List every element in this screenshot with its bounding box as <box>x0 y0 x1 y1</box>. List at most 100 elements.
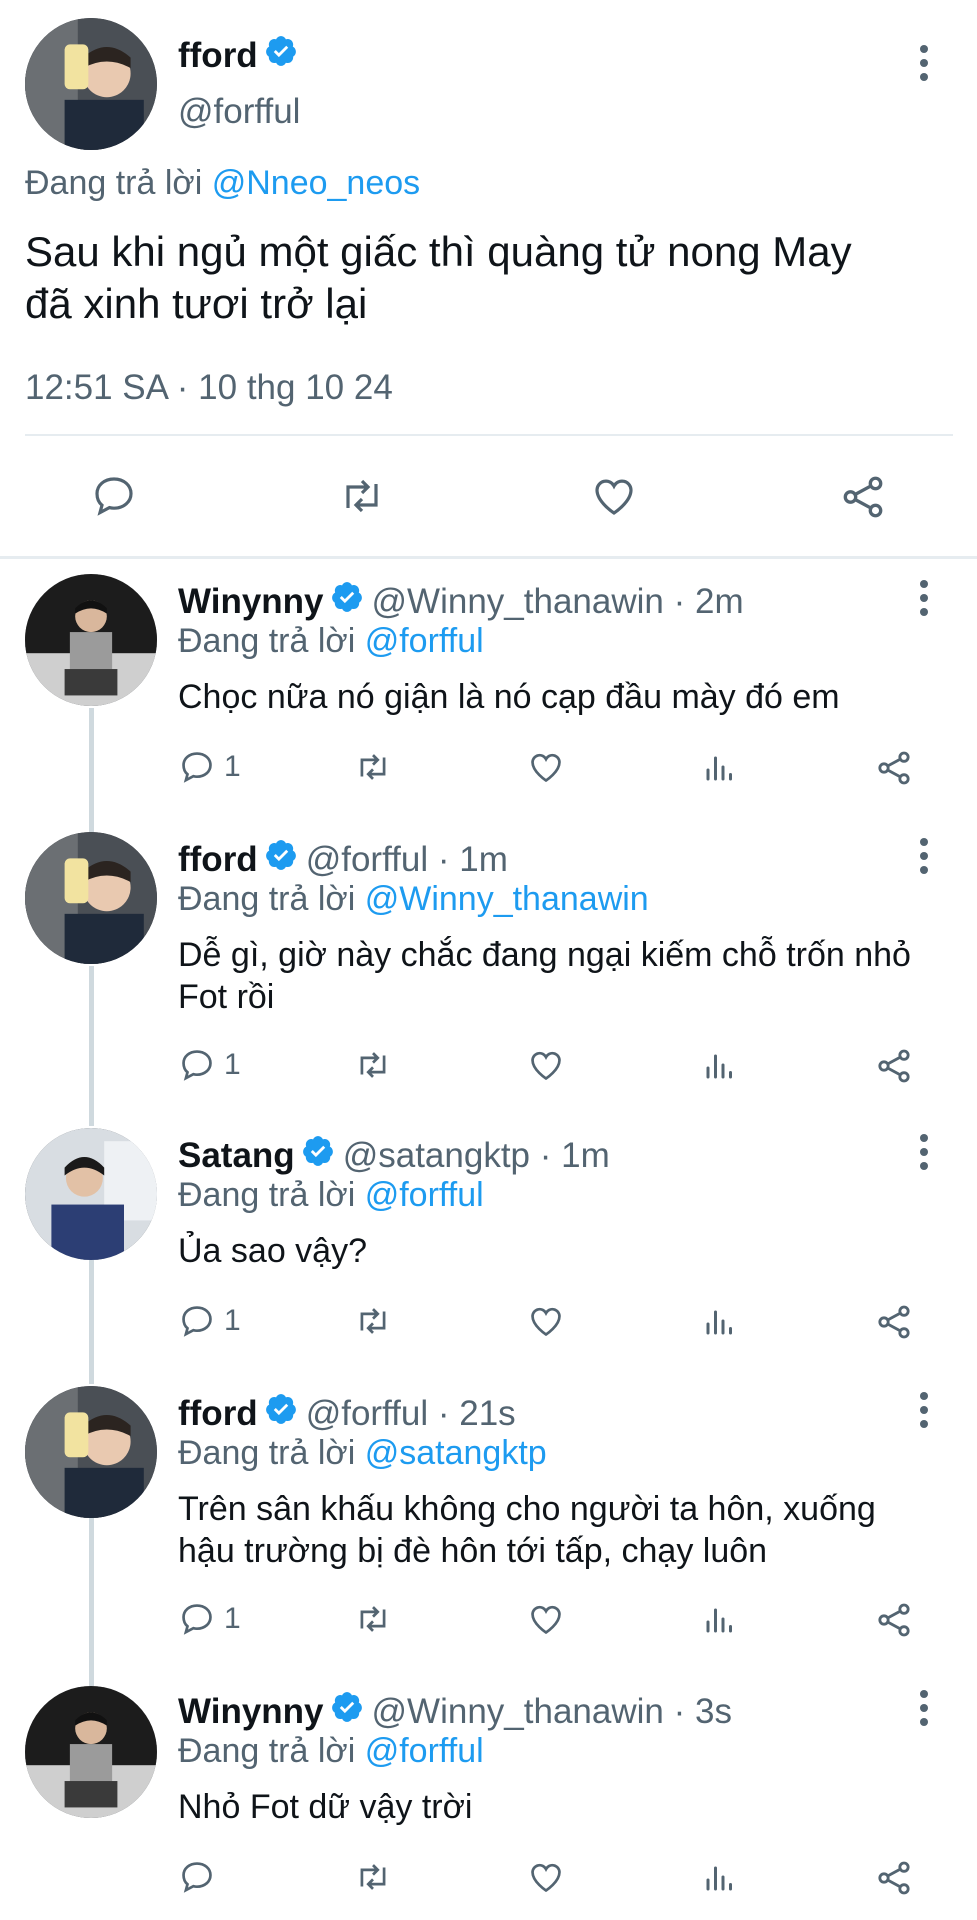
replying-label: Đang trả lời <box>178 1732 356 1770</box>
reply-author-name[interactable]: Winynny <box>178 582 324 622</box>
retweet-button[interactable] <box>352 1600 394 1638</box>
retweet-button[interactable] <box>352 1302 394 1340</box>
retweet-button[interactable] <box>352 1046 394 1084</box>
reply-text-line: Dễ gì, giờ này chắc đang ngại kiếm chỗ t… <box>178 936 911 974</box>
views-button[interactable] <box>702 1046 738 1084</box>
verified-badge-icon <box>301 1134 335 1177</box>
replying-to-handle[interactable]: @Winny_thanawin <box>365 880 649 918</box>
reply-text-line: hậu trường bị đè hôn tới tấp, chạy luôn <box>178 1532 768 1570</box>
views-button[interactable] <box>702 1858 738 1896</box>
more-icon[interactable] <box>904 33 944 93</box>
replying-label: Đang trả lời <box>25 164 203 202</box>
like-button[interactable] <box>526 1600 566 1638</box>
more-icon[interactable] <box>904 1380 944 1440</box>
reply-text: Nhỏ Fot dữ vậy trời <box>178 1786 472 1828</box>
reply-author-name[interactable]: fford <box>178 1394 258 1434</box>
avatar[interactable] <box>25 1686 157 1818</box>
reply-author-name[interactable]: fford <box>178 840 258 880</box>
retweet-icon <box>360 754 386 780</box>
more-icon[interactable] <box>904 1122 944 1182</box>
reply-text-line: Fot rồi <box>178 978 275 1016</box>
views-button[interactable] <box>702 1302 738 1340</box>
tweet-timestamp[interactable]: 12:51 SA · 10 thg 10 24 <box>25 368 393 408</box>
share-button[interactable] <box>838 472 888 522</box>
replying-label: Đang trả lời <box>178 880 356 918</box>
retweet-icon <box>360 1052 386 1078</box>
views-button[interactable] <box>702 1600 738 1638</box>
replying-label: Đang trả lời <box>178 1434 356 1472</box>
retweet-button[interactable] <box>352 748 394 786</box>
replying-to-handle[interactable]: @forfful <box>365 1176 484 1214</box>
views-icon <box>706 1054 732 1079</box>
replying-to-handle[interactable]: @Nneo_neos <box>212 164 420 202</box>
retweet-icon <box>360 1308 386 1334</box>
author-name-row: fford <box>178 34 298 77</box>
reply-author-name[interactable]: Winynny <box>178 1692 324 1732</box>
reply-button[interactable]: 1 <box>178 748 241 786</box>
replying-to-handle[interactable]: @forfful <box>365 1732 484 1770</box>
reply-icon <box>182 1604 212 1635</box>
author-handle[interactable]: @forfful <box>178 92 300 132</box>
views-icon <box>706 1310 732 1335</box>
replying-to-handle[interactable]: @satangktp <box>365 1434 547 1472</box>
share-button[interactable] <box>874 1046 914 1086</box>
like-button[interactable] <box>526 1858 566 1896</box>
views-button[interactable] <box>702 748 738 786</box>
like-button[interactable] <box>589 472 639 520</box>
avatar[interactable] <box>25 1128 157 1260</box>
avatar[interactable] <box>25 18 157 150</box>
reply-button[interactable]: 1 <box>178 1600 241 1638</box>
author-name[interactable]: fford <box>178 36 258 76</box>
reply-name-row: fford @forfful · 1m <box>178 838 508 881</box>
views-icon <box>706 1608 732 1633</box>
reply-name-row: fford @forfful · 21s <box>178 1392 516 1435</box>
heart-icon <box>531 1051 561 1081</box>
reply-text: Chọc nữa nó giận là nó cạp đầu mày đó em <box>178 676 840 718</box>
reply-text: Ủa sao vậy? <box>178 1230 367 1272</box>
reply-button[interactable]: 1 <box>178 1046 241 1084</box>
reply-handle-time[interactable]: @Winny_thanawin · 2m <box>372 582 744 622</box>
reply-count: 1 <box>224 1602 241 1635</box>
share-button[interactable] <box>874 1600 914 1640</box>
thread-line <box>89 1516 94 1686</box>
more-icon[interactable] <box>904 1678 944 1738</box>
like-button[interactable] <box>526 748 566 786</box>
reply-handle-time[interactable]: @forfful · 1m <box>306 840 508 880</box>
share-icon <box>878 1603 910 1637</box>
share-icon <box>878 1861 910 1895</box>
replying-to: Đang trả lời @satangktp <box>178 1434 547 1473</box>
retweet-icon <box>360 1606 386 1632</box>
divider <box>25 434 953 436</box>
reply-handle-time[interactable]: @Winny_thanawin · 3s <box>372 1692 732 1732</box>
avatar[interactable] <box>25 574 157 706</box>
retweet-button[interactable] <box>352 1858 394 1896</box>
avatar[interactable] <box>25 1386 157 1518</box>
reply-text: Dễ gì, giờ này chắc đang ngại kiếm chỗ t… <box>178 934 911 1018</box>
share-button[interactable] <box>874 1302 914 1342</box>
reply-text-line: Chọc nữa nó giận là nó cạp đầu mày đó em <box>178 678 840 716</box>
section-divider <box>0 556 977 559</box>
replying-to-handle[interactable]: @forfful <box>365 622 484 660</box>
reply-author-name[interactable]: Satang <box>178 1136 295 1176</box>
reply-handle-time[interactable]: @forfful · 21s <box>306 1394 516 1434</box>
like-button[interactable] <box>526 1046 566 1084</box>
reply-button[interactable]: 1 <box>178 1302 241 1340</box>
avatar[interactable] <box>25 832 157 964</box>
reply-button[interactable] <box>178 1858 224 1896</box>
reply-text-line: Ủa sao vậy? <box>178 1232 367 1270</box>
reply-handle-time[interactable]: @satangktp · 1m <box>343 1136 610 1176</box>
replying-to: Đang trả lời @forfful <box>178 1732 484 1771</box>
reply-count: 1 <box>224 1048 241 1081</box>
retweet-icon <box>360 1864 386 1890</box>
share-icon <box>878 1305 910 1339</box>
verified-badge-icon <box>264 838 298 881</box>
more-icon[interactable] <box>904 568 944 628</box>
heart-icon <box>531 753 561 783</box>
share-button[interactable] <box>874 1858 914 1898</box>
reply-button[interactable] <box>90 472 138 520</box>
more-icon[interactable] <box>904 826 944 886</box>
reply-icon <box>182 1862 212 1893</box>
retweet-button[interactable] <box>336 472 388 520</box>
share-button[interactable] <box>874 748 914 788</box>
like-button[interactable] <box>526 1302 566 1340</box>
